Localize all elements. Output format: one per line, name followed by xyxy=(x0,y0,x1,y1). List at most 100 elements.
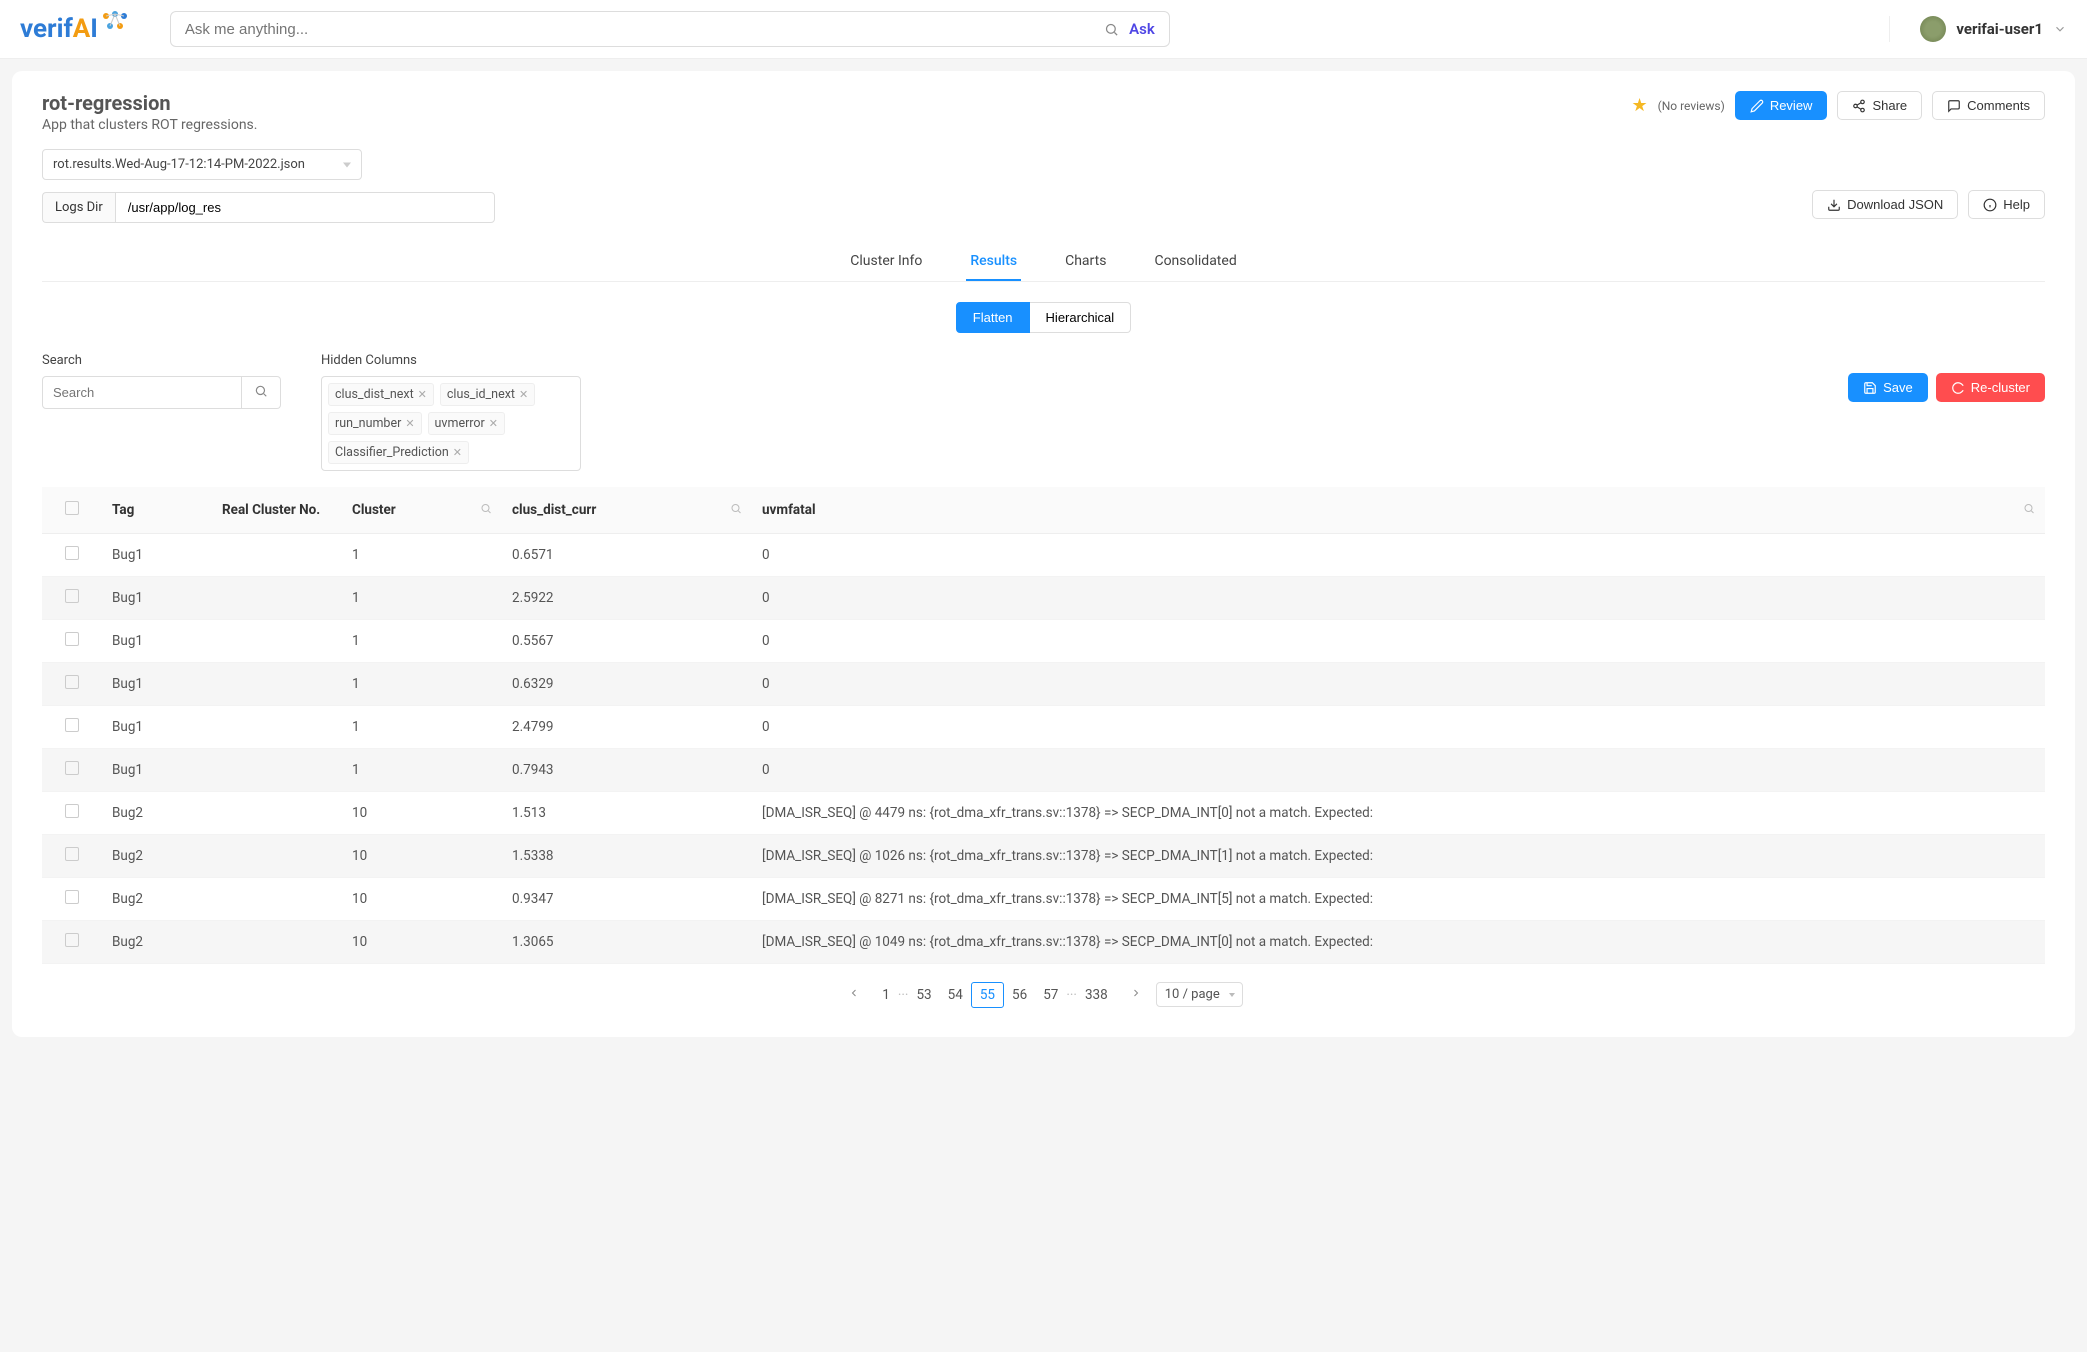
row-checkbox[interactable] xyxy=(65,890,79,904)
table-row: Bug110.65710 xyxy=(42,534,2045,577)
cell-uvmfatal: 0 xyxy=(752,749,2045,792)
row-checkbox[interactable] xyxy=(65,847,79,861)
tabs: Cluster Info Results Charts Consolidated xyxy=(42,243,2045,282)
row-checkbox[interactable] xyxy=(65,632,79,646)
cell-tag: Bug2 xyxy=(102,792,212,835)
chevron-right-icon xyxy=(1130,987,1142,999)
review-button[interactable]: Review xyxy=(1735,91,1828,120)
page-subtitle: App that clusters ROT regressions. xyxy=(42,117,257,133)
global-search-input[interactable] xyxy=(185,21,1094,38)
hidden-chip[interactable]: clus_id_next ✕ xyxy=(440,383,535,406)
row-checkbox[interactable] xyxy=(65,718,79,732)
logo[interactable]: verifAI xyxy=(20,10,130,48)
page-number[interactable]: 55 xyxy=(971,982,1004,1008)
cell-dist: 0.6329 xyxy=(502,663,752,706)
download-json-button[interactable]: Download JSON xyxy=(1812,190,1958,219)
cell-dist: 0.5567 xyxy=(502,620,752,663)
logo-text: verifAI xyxy=(20,14,98,44)
share-button[interactable]: Share xyxy=(1837,91,1922,120)
select-all-checkbox[interactable] xyxy=(65,501,79,515)
top-bar: verifAI Ask verifai-user1 xyxy=(0,0,2087,59)
col-header[interactable]: Cluster xyxy=(342,487,502,534)
table-row: Bug110.63290 xyxy=(42,663,2045,706)
cell-real-cluster xyxy=(212,878,342,921)
col-header[interactable]: Tag xyxy=(102,487,212,534)
cell-real-cluster xyxy=(212,577,342,620)
comments-button[interactable]: Comments xyxy=(1932,91,2045,120)
page-number[interactable]: 53 xyxy=(908,983,939,1007)
page-ellipsis[interactable]: ··· xyxy=(898,987,909,1003)
file-select[interactable]: rot.results.Wed-Aug-17-12:14-PM-2022.jso… xyxy=(42,149,362,180)
table-row: Bug2101.513[DMA_ISR_SEQ] @ 4479 ns: {rot… xyxy=(42,792,2045,835)
hidden-chip[interactable]: Classifier_Prediction ✕ xyxy=(328,441,469,464)
col-header[interactable]: Real Cluster No. xyxy=(212,487,342,534)
close-icon[interactable]: ✕ xyxy=(489,417,498,430)
hidden-chip[interactable]: clus_dist_next ✕ xyxy=(328,383,434,406)
cell-tag: Bug1 xyxy=(102,663,212,706)
hidden-chip[interactable]: run_number ✕ xyxy=(328,412,422,435)
page-ellipsis[interactable]: ··· xyxy=(1066,987,1077,1003)
tab-consolidated[interactable]: Consolidated xyxy=(1150,243,1240,281)
close-icon[interactable]: ✕ xyxy=(405,417,414,430)
tab-cluster-info[interactable]: Cluster Info xyxy=(846,243,926,281)
page-number[interactable]: 56 xyxy=(1004,983,1035,1007)
hierarchical-button[interactable]: Hierarchical xyxy=(1030,302,1132,333)
next-page[interactable] xyxy=(1126,983,1146,1007)
table-row: Bug2101.5338[DMA_ISR_SEQ] @ 1026 ns: {ro… xyxy=(42,835,2045,878)
row-checkbox[interactable] xyxy=(65,933,79,947)
cell-uvmfatal: 0 xyxy=(752,706,2045,749)
column-search-icon[interactable] xyxy=(2023,503,2035,518)
cell-dist: 2.5922 xyxy=(502,577,752,620)
flatten-button[interactable]: Flatten xyxy=(956,302,1030,333)
cell-real-cluster xyxy=(212,921,342,964)
save-button[interactable]: Save xyxy=(1848,373,1928,402)
recluster-button[interactable]: Re-cluster xyxy=(1936,373,2045,402)
main-content: rot-regression App that clusters ROT reg… xyxy=(12,71,2075,1037)
logs-dir-label: Logs Dir xyxy=(42,192,115,223)
table-search-input[interactable] xyxy=(42,376,242,409)
row-checkbox[interactable] xyxy=(65,589,79,603)
tab-charts[interactable]: Charts xyxy=(1061,243,1110,281)
column-search-icon[interactable] xyxy=(730,503,742,518)
col-header[interactable]: clus_dist_curr xyxy=(502,487,752,534)
cell-tag: Bug1 xyxy=(102,620,212,663)
global-search[interactable]: Ask xyxy=(170,11,1170,47)
col-header[interactable] xyxy=(42,487,102,534)
table-search-button[interactable] xyxy=(242,376,281,409)
cell-uvmfatal: 0 xyxy=(752,663,2045,706)
cell-cluster: 1 xyxy=(342,620,502,663)
close-icon[interactable]: ✕ xyxy=(418,388,427,401)
page-number[interactable]: 338 xyxy=(1077,983,1116,1007)
prev-page[interactable] xyxy=(844,983,864,1007)
close-icon[interactable]: ✕ xyxy=(519,388,528,401)
page-number[interactable]: 54 xyxy=(940,983,971,1007)
logs-dir-input[interactable] xyxy=(115,192,495,223)
page-number[interactable]: 1 xyxy=(874,983,898,1007)
user-menu[interactable]: verifai-user1 xyxy=(1889,16,2067,42)
star-icon[interactable]: ★ xyxy=(1631,95,1647,116)
cell-tag: Bug1 xyxy=(102,749,212,792)
cell-dist: 0.6571 xyxy=(502,534,752,577)
view-toggle: Flatten Hierarchical xyxy=(42,302,2045,333)
download-icon xyxy=(1827,198,1841,212)
row-checkbox[interactable] xyxy=(65,675,79,689)
page-size-select[interactable]: 10 / page xyxy=(1156,982,1243,1007)
search-label: Search xyxy=(42,353,281,368)
hidden-columns[interactable]: clus_dist_next ✕ clus_id_next ✕ run_number… xyxy=(321,376,581,471)
row-checkbox[interactable] xyxy=(65,546,79,560)
page-number[interactable]: 57 xyxy=(1035,983,1066,1007)
cell-cluster: 10 xyxy=(342,835,502,878)
cell-uvmfatal: [DMA_ISR_SEQ] @ 1026 ns: {rot_dma_xfr_tr… xyxy=(752,835,2045,878)
row-checkbox[interactable] xyxy=(65,761,79,775)
row-checkbox[interactable] xyxy=(65,804,79,818)
hidden-chip[interactable]: uvmerror ✕ xyxy=(428,412,505,435)
tab-results[interactable]: Results xyxy=(966,243,1021,281)
share-icon xyxy=(1852,99,1866,113)
column-search-icon[interactable] xyxy=(480,503,492,518)
help-button[interactable]: Help xyxy=(1968,190,2045,219)
info-icon xyxy=(1983,198,1997,212)
cell-cluster: 1 xyxy=(342,577,502,620)
ask-button[interactable]: Ask xyxy=(1129,20,1155,38)
col-header[interactable]: uvmfatal xyxy=(752,487,2045,534)
close-icon[interactable]: ✕ xyxy=(453,446,462,459)
